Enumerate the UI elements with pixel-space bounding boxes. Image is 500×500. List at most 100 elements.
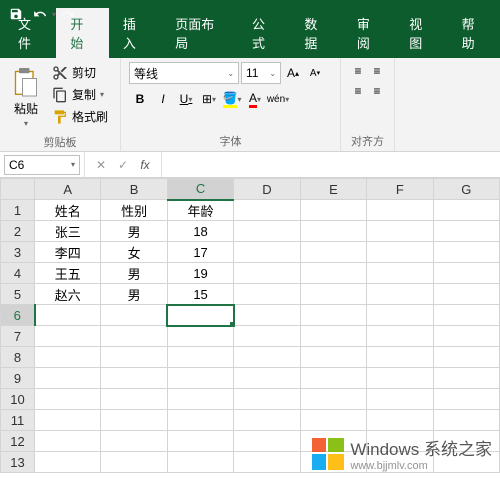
cell[interactable] <box>300 410 366 431</box>
bold-button[interactable]: B <box>129 88 151 110</box>
cell[interactable]: 张三 <box>35 221 101 242</box>
cell[interactable] <box>234 305 300 326</box>
cell[interactable] <box>433 284 499 305</box>
cell[interactable] <box>433 347 499 368</box>
tab-insert[interactable]: 插入 <box>109 8 161 58</box>
tab-file[interactable]: 文件 <box>4 8 56 58</box>
row-header[interactable]: 9 <box>1 368 35 389</box>
paste-button[interactable]: 粘贴 ▾ <box>8 62 44 132</box>
cell[interactable] <box>35 389 101 410</box>
cell[interactable] <box>101 368 167 389</box>
font-size-select[interactable]: 11⌄ <box>241 62 281 84</box>
cell[interactable]: 17 <box>167 242 233 263</box>
column-header[interactable]: A <box>35 179 101 200</box>
cell[interactable] <box>367 368 433 389</box>
font-name-select[interactable]: 等线⌄ <box>129 62 239 84</box>
cell[interactable] <box>300 284 366 305</box>
cell[interactable] <box>433 368 499 389</box>
column-header[interactable]: B <box>101 179 167 200</box>
increase-font-button[interactable]: A▴ <box>283 62 303 84</box>
cell[interactable] <box>367 284 433 305</box>
cell[interactable]: 女 <box>101 242 167 263</box>
cell[interactable] <box>234 452 300 473</box>
format-painter-button[interactable]: 格式刷 <box>48 106 112 127</box>
cell[interactable] <box>300 242 366 263</box>
cell[interactable] <box>167 347 233 368</box>
column-header[interactable]: E <box>300 179 366 200</box>
cancel-formula-button[interactable]: ✕ <box>91 158 111 172</box>
cell[interactable] <box>35 305 101 326</box>
cell[interactable]: 15 <box>167 284 233 305</box>
cell[interactable] <box>433 305 499 326</box>
cell[interactable] <box>433 326 499 347</box>
column-header[interactable]: G <box>433 179 499 200</box>
cell[interactable] <box>367 305 433 326</box>
cell[interactable] <box>167 326 233 347</box>
align-middle-button[interactable]: ≡ <box>368 62 386 80</box>
row-header[interactable]: 10 <box>1 389 35 410</box>
cell[interactable] <box>35 347 101 368</box>
tab-formula[interactable]: 公式 <box>238 8 290 58</box>
row-header[interactable]: 4 <box>1 263 35 284</box>
cell[interactable] <box>300 326 366 347</box>
fill-color-button[interactable]: 🪣▾ <box>221 88 243 110</box>
cell[interactable]: 性别 <box>101 200 167 221</box>
fx-button[interactable]: fx <box>135 158 155 172</box>
row-header[interactable]: 3 <box>1 242 35 263</box>
cell[interactable] <box>433 410 499 431</box>
align-left-button[interactable]: ≡ <box>349 82 367 100</box>
cell[interactable] <box>167 305 233 326</box>
row-header[interactable]: 11 <box>1 410 35 431</box>
cell[interactable] <box>234 431 300 452</box>
cell[interactable] <box>367 347 433 368</box>
cell[interactable] <box>167 368 233 389</box>
border-button[interactable]: ⊞▾ <box>198 88 220 110</box>
cell[interactable]: 18 <box>167 221 233 242</box>
cell[interactable] <box>35 431 101 452</box>
cell[interactable] <box>101 305 167 326</box>
font-color-button[interactable]: A▾ <box>244 88 266 110</box>
cell[interactable] <box>433 263 499 284</box>
align-top-button[interactable]: ≡ <box>349 62 367 80</box>
cell[interactable] <box>433 389 499 410</box>
column-header[interactable]: C <box>167 179 233 200</box>
column-header[interactable]: D <box>234 179 300 200</box>
cell[interactable] <box>234 347 300 368</box>
row-header[interactable]: 7 <box>1 326 35 347</box>
row-header[interactable]: 6 <box>1 305 35 326</box>
cell[interactable] <box>367 389 433 410</box>
cell[interactable] <box>101 452 167 473</box>
spreadsheet-grid[interactable]: ABCDEFG1姓名性别年龄2张三男183李四女174王五男195赵六男1567… <box>0 178 500 473</box>
cell[interactable] <box>234 410 300 431</box>
row-header[interactable]: 1 <box>1 200 35 221</box>
cell[interactable] <box>234 242 300 263</box>
cell[interactable] <box>35 410 101 431</box>
cell[interactable]: 男 <box>101 263 167 284</box>
cell[interactable] <box>101 431 167 452</box>
cell[interactable] <box>35 452 101 473</box>
cell[interactable] <box>35 326 101 347</box>
select-all-corner[interactable] <box>1 179 35 200</box>
tab-data[interactable]: 数据 <box>290 8 342 58</box>
cell[interactable] <box>300 389 366 410</box>
underline-button[interactable]: U▾ <box>175 88 197 110</box>
cell[interactable] <box>367 263 433 284</box>
cell[interactable] <box>300 305 366 326</box>
cell[interactable] <box>101 410 167 431</box>
cell[interactable]: 男 <box>101 221 167 242</box>
cell[interactable] <box>433 242 499 263</box>
cut-button[interactable]: 剪切 <box>48 62 112 83</box>
italic-button[interactable]: I <box>152 88 174 110</box>
cell[interactable] <box>433 221 499 242</box>
cell[interactable] <box>367 200 433 221</box>
cell[interactable] <box>300 347 366 368</box>
cell[interactable]: 赵六 <box>35 284 101 305</box>
cell[interactable] <box>101 389 167 410</box>
column-header[interactable]: F <box>367 179 433 200</box>
align-center-button[interactable]: ≡ <box>368 82 386 100</box>
cell[interactable] <box>167 452 233 473</box>
redo-button[interactable] <box>56 2 80 26</box>
cell[interactable]: 19 <box>167 263 233 284</box>
row-header[interactable]: 2 <box>1 221 35 242</box>
cell[interactable]: 姓名 <box>35 200 101 221</box>
